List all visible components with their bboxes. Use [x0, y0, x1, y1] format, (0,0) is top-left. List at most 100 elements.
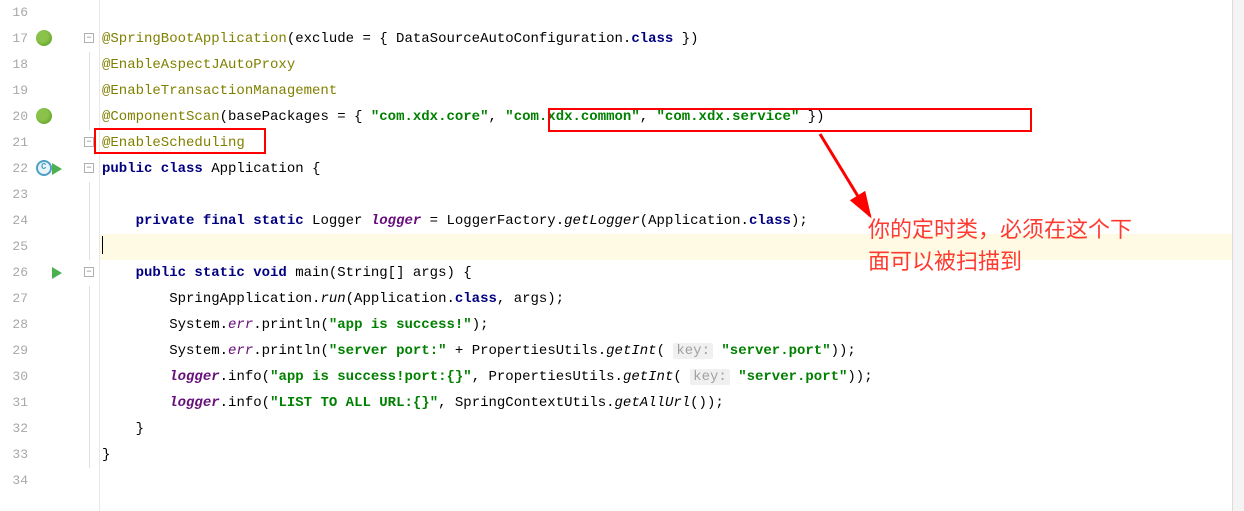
string-token: "com.xdx.service"	[657, 109, 800, 125]
string-token: "server.port"	[738, 369, 847, 385]
fold-toggle-icon[interactable]: −	[84, 267, 94, 277]
gutter-icon-column	[34, 0, 82, 511]
field-token: logger	[169, 369, 219, 385]
parameter-hint: key:	[673, 343, 713, 359]
code-line[interactable]: @EnableScheduling	[100, 130, 1244, 156]
run-gutter-icon[interactable]	[52, 267, 62, 279]
string-token: "com.xdx.core"	[371, 109, 489, 125]
fold-toggle-icon[interactable]: −	[84, 33, 94, 43]
keyword-token: private final static	[136, 213, 312, 229]
code-line[interactable]: }	[100, 416, 1244, 442]
code-line[interactable]: SpringApplication.run(Application.class,…	[100, 286, 1244, 312]
spring-bean-icon[interactable]	[36, 108, 54, 126]
code-text: System.	[102, 343, 228, 359]
code-line[interactable]	[100, 468, 1244, 494]
code-text: , PropertiesUtils.	[472, 369, 623, 385]
code-line[interactable]: @EnableAspectJAutoProxy	[100, 52, 1244, 78]
fold-column: − − − −	[82, 0, 100, 511]
code-text: .println(	[253, 317, 329, 333]
code-text	[102, 213, 136, 229]
code-line[interactable]: System.err.println("server port:" + Prop…	[100, 338, 1244, 364]
code-text: main(String[] args) {	[295, 265, 471, 281]
code-text: Application {	[211, 161, 320, 177]
annotation-token: @EnableScheduling	[102, 135, 245, 151]
keyword-token: class	[631, 31, 673, 47]
line-number: 34	[0, 468, 28, 494]
line-number-gutter: 16 17 18 19 20 21 22 23 24 25 26 27 28 2…	[0, 0, 34, 511]
code-text: .println(	[253, 343, 329, 359]
string-token: "server port:"	[329, 343, 447, 359]
code-text: })	[799, 109, 824, 125]
code-line[interactable]	[100, 0, 1244, 26]
code-text: Logger	[312, 213, 371, 229]
code-text: + PropertiesUtils.	[447, 343, 607, 359]
fold-toggle-icon[interactable]: −	[84, 163, 94, 173]
code-line[interactable]: @EnableTransactionManagement	[100, 78, 1244, 104]
line-number: 31	[0, 390, 28, 416]
line-number: 17	[0, 26, 28, 52]
parameter-hint: key:	[690, 369, 730, 385]
code-text: (basePackages = {	[220, 109, 371, 125]
code-text: ));	[847, 369, 872, 385]
code-line[interactable]: }	[100, 442, 1244, 468]
code-text: );	[472, 317, 489, 333]
code-line[interactable]: logger.info("LIST TO ALL URL:{}", Spring…	[100, 390, 1244, 416]
line-number: 21	[0, 130, 28, 156]
code-text: = LoggerFactory.	[421, 213, 564, 229]
annotation-token: @EnableTransactionManagement	[102, 83, 337, 99]
static-call-token: getInt	[623, 369, 673, 385]
code-text: , SpringContextUtils.	[438, 395, 614, 411]
code-text: SpringApplication.	[102, 291, 320, 307]
code-text	[102, 369, 169, 385]
code-text: ));	[831, 343, 856, 359]
text-caret	[102, 236, 103, 254]
code-line[interactable]: @ComponentScan(basePackages = { "com.xdx…	[100, 104, 1244, 130]
code-line[interactable]: logger.info("app is success!port:{}", Pr…	[100, 364, 1244, 390]
annotation-token: @EnableAspectJAutoProxy	[102, 57, 295, 73]
code-text: (exclude = { DataSourceAutoConfiguration…	[287, 31, 631, 47]
vertical-scrollbar[interactable]	[1232, 0, 1244, 511]
keyword-token: public static void	[136, 265, 296, 281]
annotation-line: 你的定时类，必须在这个下	[868, 214, 1228, 246]
line-number: 20	[0, 104, 28, 130]
code-text	[103, 239, 137, 255]
annotation-token: @ComponentScan	[102, 109, 220, 125]
code-text: System.	[102, 317, 228, 333]
static-call-token: getAllUrl	[615, 395, 691, 411]
code-text: (	[673, 369, 690, 385]
annotation-comment: 你的定时类，必须在这个下 面可以被扫描到	[868, 214, 1228, 278]
string-token: "com.xdx.common"	[505, 109, 639, 125]
field-token: err	[228, 317, 253, 333]
line-number: 30	[0, 364, 28, 390]
code-text	[102, 265, 136, 281]
line-number: 19	[0, 78, 28, 104]
line-number: 23	[0, 182, 28, 208]
string-token: "server.port"	[721, 343, 830, 359]
field-token: logger	[371, 213, 421, 229]
code-text: }	[102, 447, 110, 463]
keyword-token: class	[455, 291, 497, 307]
code-text: }	[102, 421, 144, 437]
code-text: ,	[640, 109, 657, 125]
keyword-token: public class	[102, 161, 211, 177]
code-text	[730, 369, 738, 385]
code-text: (Application.	[640, 213, 749, 229]
code-text: .info(	[220, 395, 270, 411]
code-line[interactable]: @SpringBootApplication(exclude = { DataS…	[100, 26, 1244, 52]
code-text: (Application.	[346, 291, 455, 307]
line-number: 25	[0, 234, 28, 260]
code-text: (	[657, 343, 674, 359]
code-line[interactable]: public class Application {	[100, 156, 1244, 182]
line-number: 27	[0, 286, 28, 312]
code-text	[102, 395, 169, 411]
code-text: .info(	[220, 369, 270, 385]
field-token: logger	[169, 395, 219, 411]
fold-toggle-icon[interactable]: −	[84, 137, 94, 147]
code-line[interactable]	[100, 182, 1244, 208]
spring-bean-icon[interactable]	[36, 30, 54, 48]
code-line[interactable]: System.err.println("app is success!");	[100, 312, 1244, 338]
line-number: 28	[0, 312, 28, 338]
run-gutter-icon[interactable]	[52, 163, 62, 175]
string-token: "app is success!"	[329, 317, 472, 333]
string-token: "LIST TO ALL URL:{}"	[270, 395, 438, 411]
